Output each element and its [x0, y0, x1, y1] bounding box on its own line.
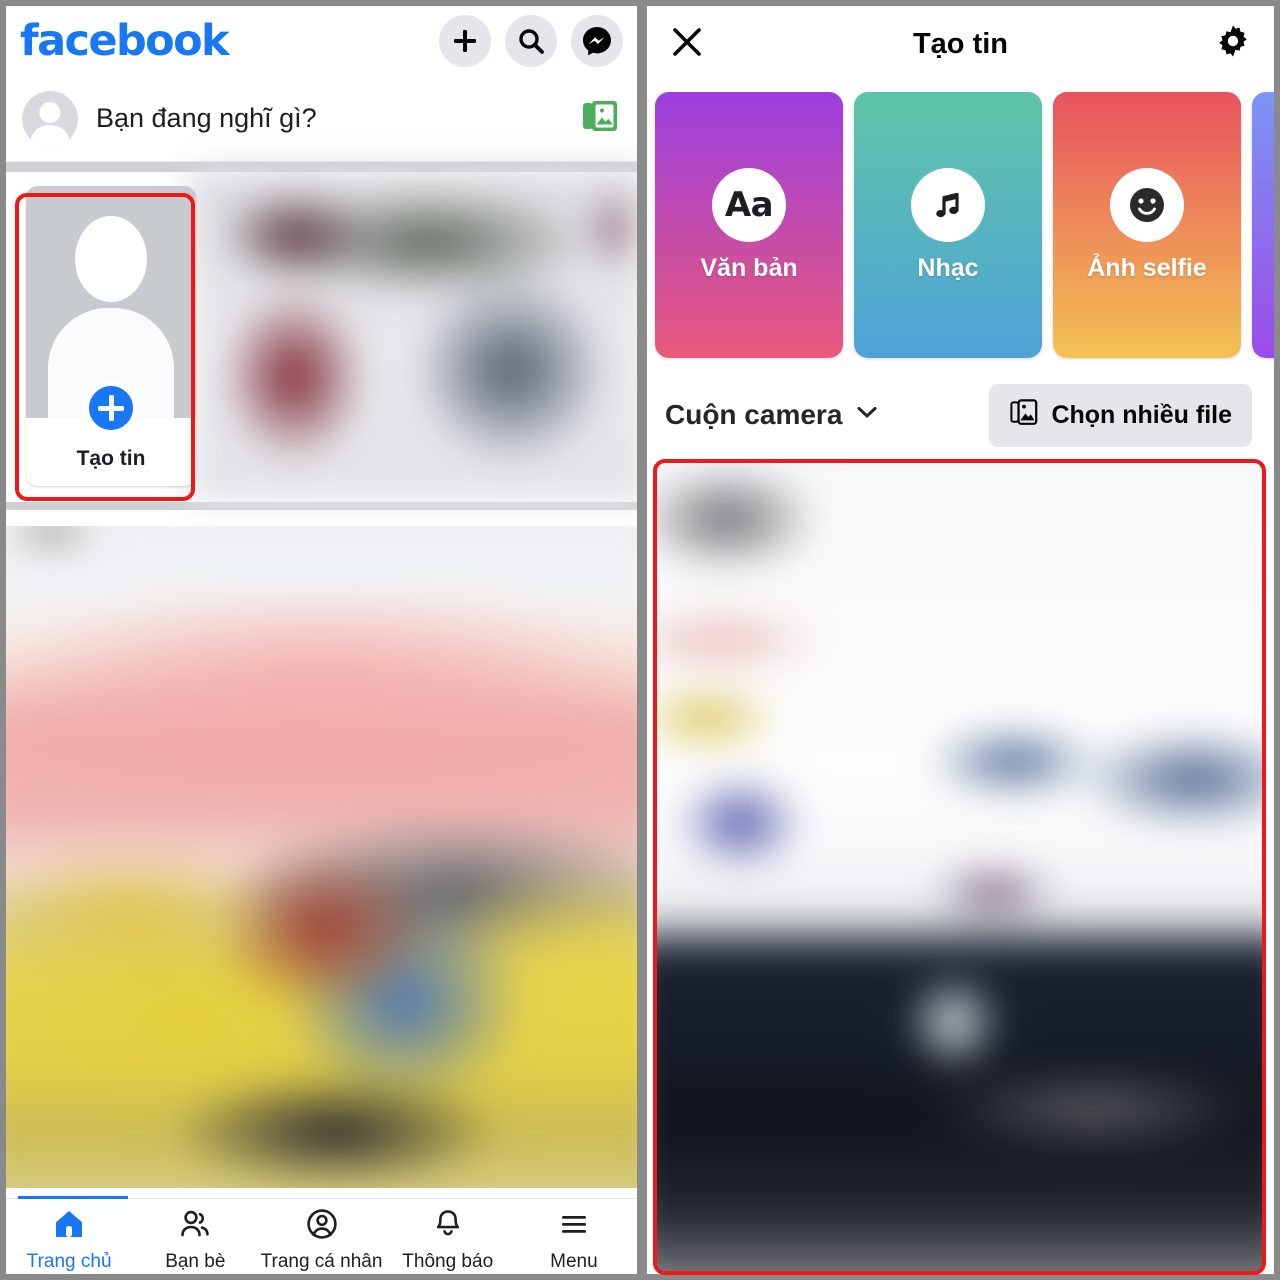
gallery-source-label: Cuộn camera	[665, 399, 843, 430]
story-type-card-music[interactable]: Nhạc	[854, 92, 1042, 358]
facebook-top-bar: facebook	[6, 6, 637, 76]
nav-item-menu-label: Menu	[550, 1251, 598, 1272]
photo-library-icon[interactable]	[581, 97, 621, 140]
smiley-face-icon	[1110, 167, 1184, 242]
pick-multiple-files-label: Chọn nhiều file	[1051, 400, 1232, 429]
bottom-navigation-bar: Trang chủ Bạn bè Trang cá nhân Thông báo…	[6, 1196, 637, 1274]
story-type-card-text-label: Văn bản	[700, 253, 798, 282]
nav-item-home[interactable]: Trang chủ	[6, 1207, 132, 1273]
nav-item-profile[interactable]: Trang cá nhân	[258, 1207, 384, 1273]
bell-icon	[431, 1207, 465, 1246]
create-story-card[interactable]: Tạo tin	[26, 186, 196, 486]
feed-post-image-content	[6, 526, 637, 1188]
chevron-down-icon	[855, 399, 879, 431]
page-title: Tạo tin	[912, 27, 1009, 60]
nav-item-notifications-label: Thông báo	[402, 1251, 494, 1272]
nav-item-menu[interactable]: Menu	[511, 1207, 637, 1273]
story-type-card-text[interactable]: Aa Văn bản	[655, 92, 843, 358]
add-icon[interactable]	[439, 15, 491, 67]
screenshot-root: facebook Bạn đang nghĩ gì? Tạo tin Trang…	[0, 0, 1280, 1280]
hamburger-menu-icon	[557, 1207, 591, 1246]
gear-icon[interactable]	[1214, 23, 1252, 66]
post-composer-row[interactable]: Bạn đang nghĩ gì?	[6, 76, 637, 162]
gallery-source-row: Cuộn camera Chọn nhiều file	[647, 372, 1274, 458]
active-tab-indicator	[18, 1196, 128, 1199]
home-icon	[52, 1207, 86, 1246]
composer-placeholder[interactable]: Bạn đang nghĩ gì?	[96, 103, 317, 134]
profile-icon	[305, 1207, 339, 1246]
story-card-peek[interactable]	[187, 168, 637, 504]
gallery-preview-image[interactable]	[655, 460, 1266, 1272]
story-type-card-selfie-label: Ảnh selfie	[1087, 253, 1207, 282]
stories-tray: Tạo tin	[6, 168, 637, 504]
facebook-logo[interactable]: facebook	[20, 19, 230, 63]
plus-icon[interactable]	[85, 382, 137, 434]
search-icon[interactable]	[505, 15, 557, 67]
create-story-header: Tạo tin	[647, 6, 1274, 82]
music-note-icon	[911, 167, 985, 242]
story-type-card-more[interactable]	[1252, 92, 1274, 358]
feed-post-header-strip	[6, 510, 637, 526]
avatar[interactable]	[22, 90, 78, 147]
friends-icon	[178, 1207, 212, 1246]
nav-item-friends[interactable]: Bạn bè	[132, 1207, 258, 1273]
text-aa-icon: Aa	[712, 167, 786, 242]
nav-item-notifications[interactable]: Thông báo	[385, 1207, 511, 1273]
gallery-preview-content	[655, 460, 1266, 1272]
multi-photo-icon	[1009, 397, 1039, 434]
feed-post-image[interactable]	[6, 526, 637, 1188]
story-type-card-music-label: Nhạc	[917, 253, 979, 282]
top-bar-actions	[439, 15, 623, 67]
nav-item-profile-label: Trang cá nhân	[260, 1251, 383, 1272]
create-story-panel: Tạo tin Aa Văn bản Nhạc Ảnh selfie Cuộn …	[647, 6, 1274, 1274]
messenger-icon[interactable]	[571, 15, 623, 67]
nav-item-friends-label: Bạn bè	[165, 1251, 226, 1272]
gallery-source-selector[interactable]: Cuộn camera	[665, 399, 879, 431]
nav-item-home-label: Trang chủ	[26, 1251, 112, 1272]
text-aa-glyph: Aa	[724, 184, 774, 225]
facebook-feed-panel: facebook Bạn đang nghĩ gì? Tạo tin Trang…	[6, 6, 637, 1274]
story-type-card-selfie[interactable]: Ảnh selfie	[1053, 92, 1241, 358]
story-type-cards: Aa Văn bản Nhạc Ảnh selfie	[647, 82, 1274, 372]
pick-multiple-files-button[interactable]: Chọn nhiều file	[989, 383, 1252, 447]
close-icon[interactable]	[669, 24, 705, 65]
